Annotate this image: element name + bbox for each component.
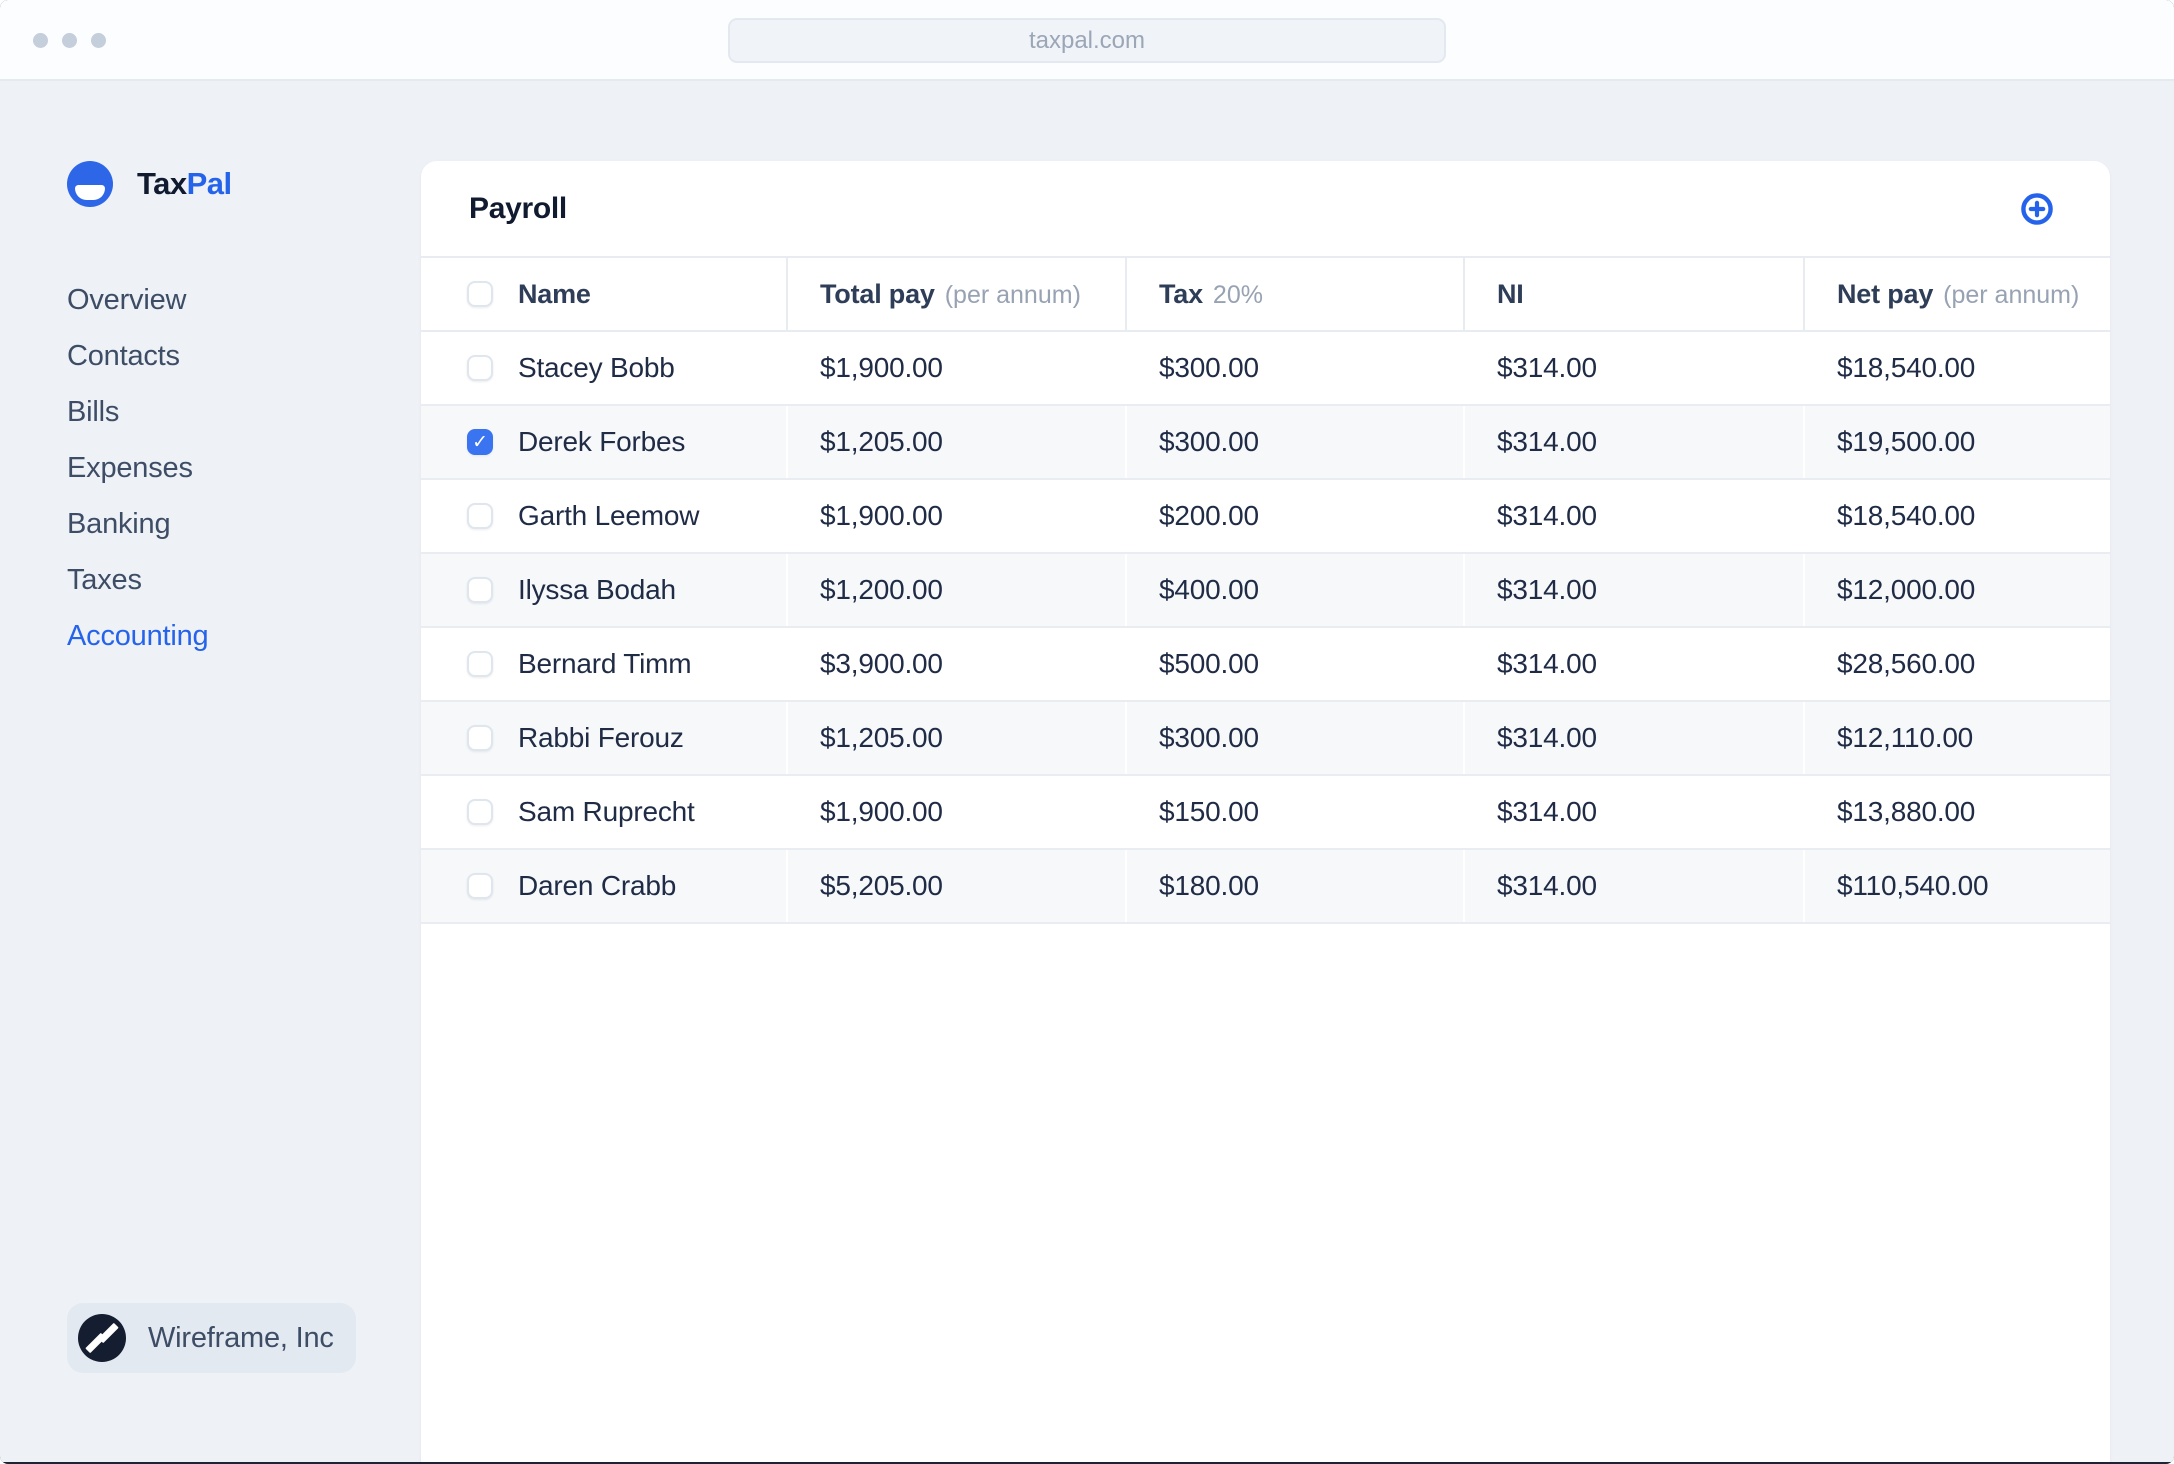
address-bar[interactable]: taxpal.com bbox=[728, 18, 1446, 63]
total-pay-cell: $1,200.00 bbox=[786, 553, 1126, 628]
total-pay-cell: $5,205.00 bbox=[786, 849, 1126, 924]
net-pay-cell: $12,000.00 bbox=[1803, 553, 2110, 628]
window-control-dot[interactable] bbox=[62, 33, 77, 48]
browser-topbar: taxpal.com bbox=[0, 0, 2174, 81]
table-row[interactable]: Daren Crabb $5,205.00 $180.00 $314.00 $1… bbox=[421, 849, 2110, 924]
payroll-card-header: Payroll bbox=[421, 161, 2110, 258]
ni-cell: $314.00 bbox=[1463, 701, 1804, 776]
column-header-name: Name bbox=[421, 258, 787, 332]
table-row[interactable]: Bernard Timm $3,900.00 $500.00 $314.00 $… bbox=[421, 627, 2110, 702]
taxpal-logo[interactable]: TaxPal bbox=[67, 161, 421, 207]
add-employee-button[interactable] bbox=[2020, 192, 2054, 226]
brand-name: TaxPal bbox=[137, 166, 232, 201]
column-header-total-pay: Total pay (per annum) bbox=[786, 258, 1126, 332]
page-title: Payroll bbox=[469, 191, 567, 225]
sidebar-item-bills[interactable]: Bills bbox=[67, 384, 421, 440]
ni-cell: $314.00 bbox=[1463, 405, 1804, 480]
column-suffix: 20% bbox=[1212, 280, 1263, 309]
tax-cell: $150.00 bbox=[1125, 775, 1464, 850]
sidebar-item-expenses[interactable]: Expenses bbox=[67, 440, 421, 496]
net-pay-cell: $13,880.00 bbox=[1803, 775, 2110, 850]
row-checkbox[interactable] bbox=[467, 725, 493, 751]
column-header-ni: NI bbox=[1463, 258, 1804, 332]
employee-name: Rabbi Ferouz bbox=[518, 722, 684, 753]
tax-cell: $180.00 bbox=[1125, 849, 1464, 924]
employee-name: Daren Crabb bbox=[518, 870, 677, 901]
column-label: Total pay bbox=[820, 278, 935, 309]
tax-cell: $400.00 bbox=[1125, 553, 1464, 628]
column-label: NI bbox=[1497, 278, 1524, 309]
table-row[interactable]: Sam Ruprecht $1,900.00 $150.00 $314.00 $… bbox=[421, 775, 2110, 850]
table-row[interactable]: Garth Leemow $1,900.00 $200.00 $314.00 $… bbox=[421, 479, 2110, 554]
total-pay-cell: $1,205.00 bbox=[786, 701, 1126, 776]
row-checkbox[interactable] bbox=[467, 503, 493, 529]
column-suffix: (per annum) bbox=[944, 280, 1081, 309]
tax-cell: $200.00 bbox=[1125, 479, 1464, 554]
ni-cell: $314.00 bbox=[1463, 479, 1804, 554]
sidebar-item-overview[interactable]: Overview bbox=[67, 272, 421, 328]
net-pay-cell: $19,500.00 bbox=[1803, 405, 2110, 480]
employee-name: Sam Ruprecht bbox=[518, 796, 695, 827]
window-control-dot[interactable] bbox=[91, 33, 106, 48]
wireframe-logo-icon bbox=[78, 1314, 126, 1362]
sidebar-item-contacts[interactable]: Contacts bbox=[67, 328, 421, 384]
column-label: Name bbox=[518, 278, 591, 309]
row-checkbox[interactable] bbox=[467, 873, 493, 899]
table-row[interactable]: Rabbi Ferouz $1,205.00 $300.00 $314.00 $… bbox=[421, 701, 2110, 776]
net-pay-cell: $18,540.00 bbox=[1803, 331, 2110, 406]
row-checkbox[interactable] bbox=[467, 651, 493, 677]
row-checkbox[interactable] bbox=[467, 577, 493, 603]
employee-name: Derek Forbes bbox=[518, 426, 686, 457]
plus-circle-icon bbox=[2021, 192, 2053, 225]
row-checkbox[interactable] bbox=[467, 799, 493, 825]
payroll-card: Payroll Name Total pay (per annum) Tax 2… bbox=[421, 161, 2110, 1462]
total-pay-cell: $3,900.00 bbox=[786, 627, 1126, 702]
row-checkbox[interactable]: ✓ bbox=[467, 429, 493, 455]
net-pay-cell: $12,110.00 bbox=[1803, 701, 2110, 776]
organization-name: Wireframe, Inc bbox=[148, 1321, 334, 1354]
sidebar-nav: Overview Contacts Bills Expenses Banking Taxe… bbox=[67, 272, 421, 664]
browser-window: taxpal.com TaxPal Overview Contacts Bills E… bbox=[0, 0, 2174, 1464]
total-pay-cell: $1,900.00 bbox=[786, 775, 1126, 850]
column-label: Net pay bbox=[1837, 278, 1934, 309]
table-header-row: Name Total pay (per annum) Tax 20% NI Net … bbox=[421, 258, 2110, 332]
total-pay-cell: $1,900.00 bbox=[786, 479, 1126, 554]
column-header-tax: Tax 20% bbox=[1125, 258, 1464, 332]
ni-cell: $314.00 bbox=[1463, 775, 1804, 850]
column-label: Tax bbox=[1159, 278, 1203, 309]
ni-cell: $314.00 bbox=[1463, 849, 1804, 924]
table-row[interactable]: Stacey Bobb $1,900.00 $300.00 $314.00 $1… bbox=[421, 331, 2110, 406]
sidebar: TaxPal Overview Contacts Bills Expenses Bank… bbox=[0, 81, 421, 1462]
employee-name: Garth Leemow bbox=[518, 500, 700, 531]
payroll-table: Name Total pay (per annum) Tax 20% NI Net … bbox=[421, 258, 2110, 924]
tax-cell: $300.00 bbox=[1125, 331, 1464, 406]
tax-cell: $300.00 bbox=[1125, 701, 1464, 776]
ni-cell: $314.00 bbox=[1463, 331, 1804, 406]
organization-switcher[interactable]: Wireframe, Inc bbox=[67, 1303, 356, 1373]
net-pay-cell: $110,540.00 bbox=[1803, 849, 2110, 924]
tax-cell: $300.00 bbox=[1125, 405, 1464, 480]
sidebar-item-banking[interactable]: Banking bbox=[67, 496, 421, 552]
table-row[interactable]: Ilyssa Bodah $1,200.00 $400.00 $314.00 $… bbox=[421, 553, 2110, 628]
employee-name: Ilyssa Bodah bbox=[518, 574, 676, 605]
sidebar-item-accounting[interactable]: Accounting bbox=[67, 608, 421, 664]
ni-cell: $314.00 bbox=[1463, 553, 1804, 628]
net-pay-cell: $18,540.00 bbox=[1803, 479, 2110, 554]
column-suffix: (per annum) bbox=[1943, 280, 2080, 309]
column-header-net-pay: Net pay (per annum) bbox=[1803, 258, 2110, 332]
window-controls[interactable] bbox=[33, 33, 106, 48]
select-all-checkbox[interactable] bbox=[467, 281, 493, 307]
employee-name: Bernard Timm bbox=[518, 648, 692, 679]
sidebar-item-taxes[interactable]: Taxes bbox=[67, 552, 421, 608]
row-checkbox[interactable] bbox=[467, 355, 493, 381]
employee-name: Stacey Bobb bbox=[518, 352, 675, 383]
table-row[interactable]: ✓ Derek Forbes $1,205.00 $300.00 $314.00… bbox=[421, 405, 2110, 480]
total-pay-cell: $1,900.00 bbox=[786, 331, 1126, 406]
window-control-dot[interactable] bbox=[33, 33, 48, 48]
ni-cell: $314.00 bbox=[1463, 627, 1804, 702]
total-pay-cell: $1,205.00 bbox=[786, 405, 1126, 480]
tax-cell: $500.00 bbox=[1125, 627, 1464, 702]
taxpal-logo-icon bbox=[67, 161, 113, 207]
net-pay-cell: $28,560.00 bbox=[1803, 627, 2110, 702]
